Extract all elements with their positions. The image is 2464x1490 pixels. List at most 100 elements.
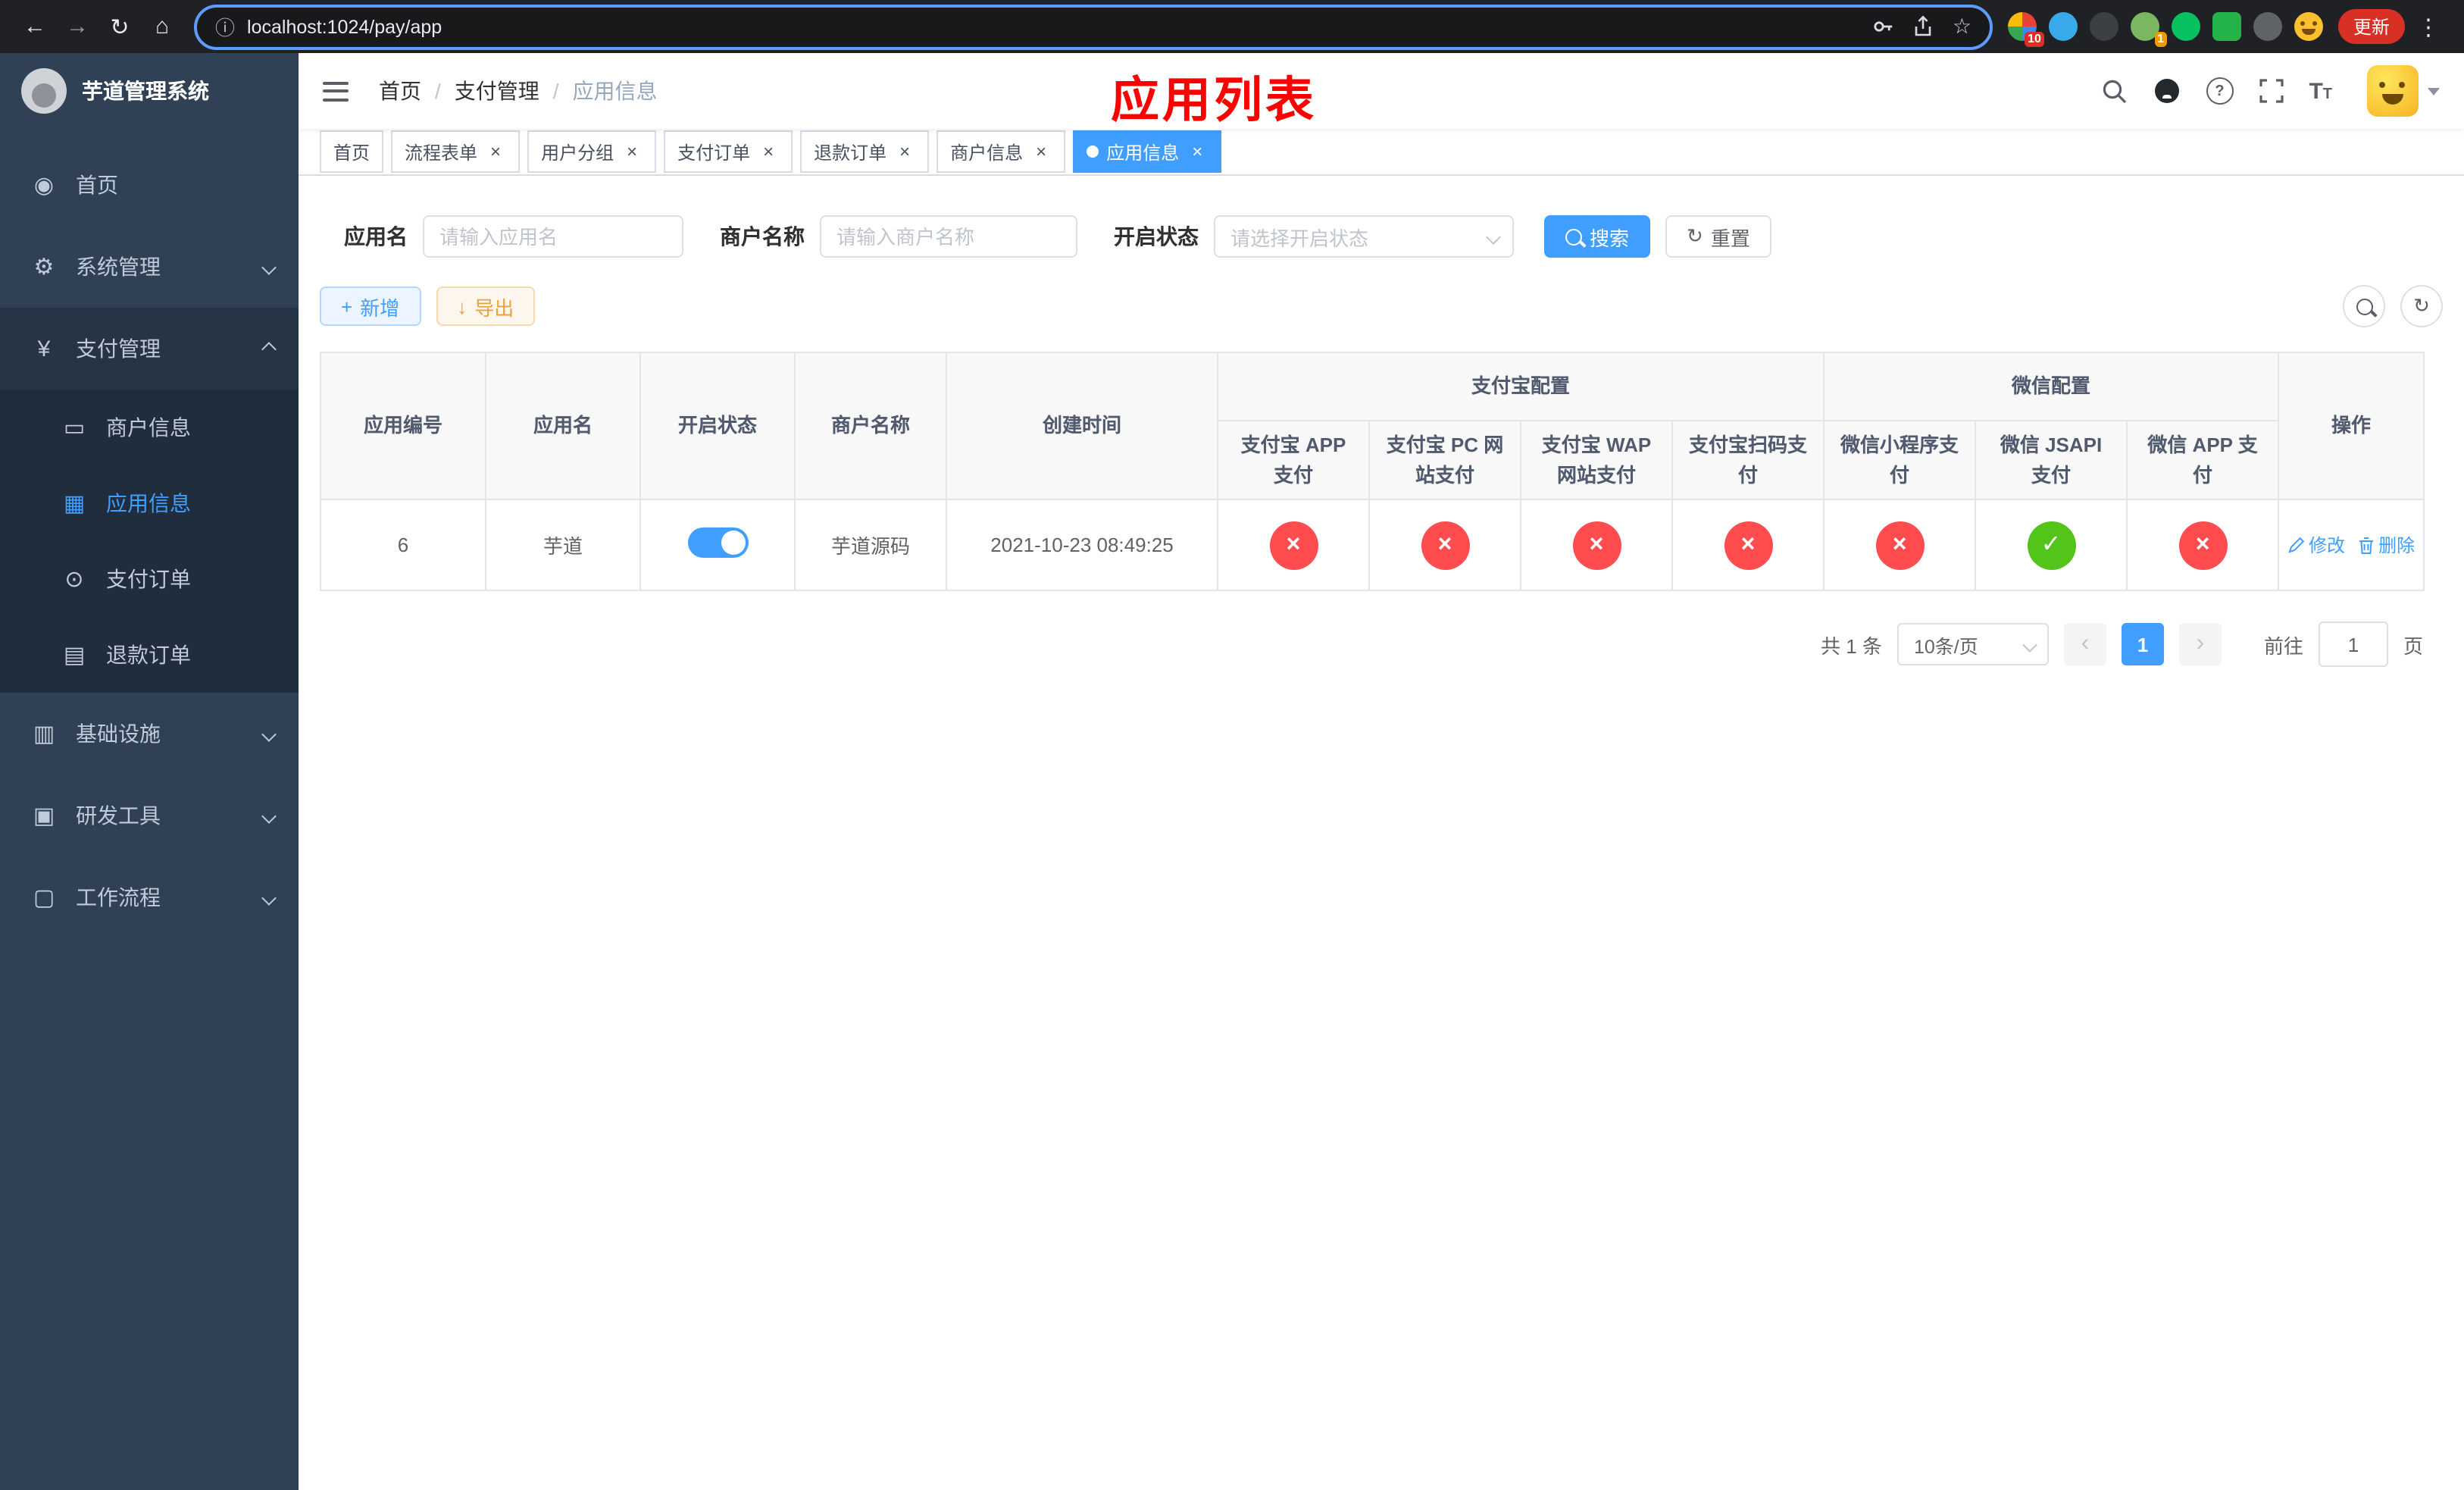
sidebar-item-home[interactable]: ◉ 首页 <box>0 144 299 226</box>
col-alipay-wap: 支付宝 WAP 网站支付 <box>1520 420 1673 500</box>
table-header-row-1: 应用编号 应用名 开启状态 商户名称 创建时间 支付宝配置 微信配置 操作 <box>320 352 2425 500</box>
app-name-label: 应用名 <box>344 224 408 249</box>
sidebar-item-system[interactable]: ⚙ 系统管理 <box>0 226 299 308</box>
col-group-wechat: 微信配置 <box>1823 352 2280 421</box>
sidebar-item-workflow[interactable]: ▢ 工作流程 <box>0 856 299 938</box>
extension-icon-8[interactable] <box>2294 12 2323 41</box>
trash-icon <box>2359 537 2373 553</box>
browser-forward-icon[interactable]: → <box>58 7 97 46</box>
address-bar[interactable]: ⓘ localhost:1024/pay/app ☆ <box>194 4 1993 49</box>
browser-home-icon[interactable]: ⌂ <box>142 7 182 46</box>
alipay-qr-status-icon: × <box>1724 521 1772 569</box>
tab-merchant-info[interactable]: 商户信息 × <box>937 130 1066 173</box>
sidebar-logo[interactable]: 芋道管理系统 <box>0 53 299 129</box>
sidebar-item-infrastructure[interactable]: ▥ 基础设施 <box>0 693 299 775</box>
extension-icon-3[interactable] <box>2089 12 2118 41</box>
chevron-up-icon <box>261 341 277 356</box>
fullscreen-icon[interactable] <box>2259 79 2284 103</box>
close-icon[interactable]: × <box>894 141 915 162</box>
caret-down-icon <box>2428 87 2440 95</box>
tab-refund-order[interactable]: 退款订单 × <box>800 130 930 173</box>
refresh-icon: ↻ <box>2413 294 2430 317</box>
merchant-name-input[interactable] <box>820 215 1077 258</box>
extension-icon-7[interactable] <box>2253 12 2282 41</box>
sidebar-item-refund-order[interactable]: ▤ 退款订单 <box>0 617 299 693</box>
close-icon[interactable]: × <box>485 141 506 162</box>
extensions-area: 10 1 <box>2007 12 2323 47</box>
chevron-down-icon <box>261 808 277 823</box>
navbar-actions: ? TT <box>2101 65 2440 117</box>
site-info-icon[interactable]: ⓘ <box>215 12 235 41</box>
refresh-table-button[interactable]: ↻ <box>2400 285 2443 327</box>
extension-icon-6[interactable] <box>2212 12 2241 41</box>
breadcrumb-payment[interactable]: 支付管理 <box>455 76 539 106</box>
download-icon: ↓ <box>457 295 467 318</box>
tab-home[interactable]: 首页 <box>320 130 384 173</box>
hamburger-icon[interactable] <box>323 81 349 101</box>
toggle-search-button[interactable] <box>2343 285 2385 327</box>
tab-pay-order[interactable]: 支付订单 × <box>664 130 793 173</box>
export-button[interactable]: ↓ 导出 <box>436 286 536 326</box>
wx-mini-status-icon: × <box>1875 521 1925 569</box>
browser-menu-icon[interactable]: ⋮ <box>2408 13 2449 40</box>
payment-submenu: ▭ 商户信息 ▦ 应用信息 ⊙ 支付订单 ▤ 退款订单 <box>0 390 299 693</box>
url-text: localhost:1024/pay/app <box>247 16 442 37</box>
sidebar-item-dev-tools[interactable]: ▣ 研发工具 <box>0 775 299 856</box>
font-size-icon[interactable]: TT <box>2309 80 2332 102</box>
gear-icon: ⚙ <box>33 255 55 280</box>
edit-link[interactable]: 修改 <box>2287 532 2345 558</box>
browser-update-button[interactable]: 更新 <box>2337 9 2405 44</box>
reset-button[interactable]: ↻ 重置 <box>1665 215 1771 258</box>
help-icon[interactable]: ? <box>2206 77 2234 105</box>
goto-page-input[interactable] <box>2318 621 2388 667</box>
plus-icon: + <box>341 295 353 318</box>
col-wx-app: 微信 APP 支付 <box>2126 420 2280 500</box>
col-wx-mini: 微信小程序支付 <box>1823 420 1977 500</box>
refresh-icon: ↻ <box>1687 224 1703 247</box>
page-unit-label: 页 <box>2403 634 2423 657</box>
sidebar-item-merchant-info[interactable]: ▭ 商户信息 <box>0 390 299 465</box>
browser-back-icon[interactable]: ← <box>15 7 55 46</box>
search-icon[interactable] <box>2101 78 2127 104</box>
sidebar-item-payment[interactable]: ¥ 支付管理 <box>0 308 299 390</box>
delete-link[interactable]: 删除 <box>2357 532 2415 558</box>
tab-user-group[interactable]: 用户分组 × <box>527 130 657 173</box>
search-icon <box>1565 228 1582 245</box>
share-icon[interactable] <box>1913 15 1934 38</box>
close-icon[interactable]: × <box>1187 141 1208 162</box>
extension-icon-2[interactable] <box>2048 12 2078 41</box>
password-key-icon[interactable] <box>1872 15 1895 38</box>
next-page-button[interactable]: › <box>2178 623 2222 665</box>
cell-created: 2021-10-23 08:49:25 <box>946 499 1218 591</box>
sidebar-item-pay-order[interactable]: ⊙ 支付订单 <box>0 541 299 617</box>
wx-jsapi-status-icon: ✓ <box>2027 521 2076 569</box>
user-menu[interactable] <box>2367 65 2440 117</box>
search-button[interactable]: 搜索 <box>1544 215 1651 258</box>
grid-icon: ▦ <box>63 491 86 517</box>
prev-page-button[interactable]: ‹ <box>2063 623 2106 665</box>
sidebar-item-app-info[interactable]: ▦ 应用信息 <box>0 465 299 541</box>
add-button[interactable]: + 新增 <box>320 286 421 326</box>
status-toggle[interactable] <box>687 527 748 558</box>
app-name-input[interactable] <box>423 215 683 258</box>
monitor-icon: ▥ <box>33 722 55 747</box>
chevron-down-icon <box>261 890 277 905</box>
tab-app-info[interactable]: 应用信息 × <box>1073 130 1222 173</box>
col-alipay-qr: 支付宝扫码支付 <box>1671 420 1825 500</box>
page-size-select[interactable]: 10条/页 <box>1896 623 2049 665</box>
tab-process-form[interactable]: 流程表单 × <box>391 130 521 173</box>
current-page-button[interactable]: 1 <box>2121 623 2164 665</box>
close-icon[interactable]: × <box>621 141 643 162</box>
breadcrumb-home[interactable]: 首页 <box>379 76 421 106</box>
close-icon[interactable]: × <box>758 141 779 162</box>
browser-reload-icon[interactable]: ↻ <box>100 7 139 46</box>
extension-icon-1[interactable]: 10 <box>2007 12 2044 47</box>
dashboard-icon: ◉ <box>33 173 55 199</box>
alipay-pc-status-icon: × <box>1421 521 1469 569</box>
github-icon[interactable] <box>2153 77 2180 105</box>
extension-icon-4[interactable]: 1 <box>2130 12 2167 47</box>
status-select[interactable]: 请选择开启状态 <box>1214 215 1514 258</box>
close-icon[interactable]: × <box>1030 141 1052 162</box>
extension-icon-5[interactable] <box>2171 12 2200 41</box>
bookmark-star-icon[interactable]: ☆ <box>1953 14 1972 39</box>
